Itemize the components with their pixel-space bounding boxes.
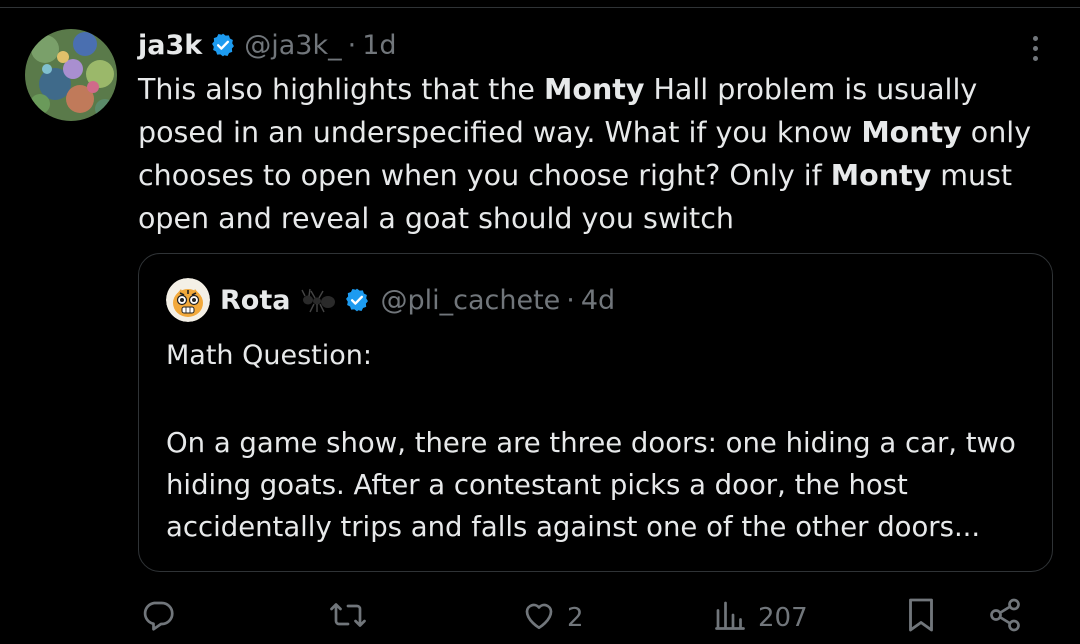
like-icon xyxy=(521,597,557,640)
quoted-author-avatar xyxy=(166,278,210,322)
highlighted-term: Monty xyxy=(544,73,645,106)
highlighted-term: Monty xyxy=(830,159,932,192)
author-handle[interactable]: @ja3k_ xyxy=(244,30,341,61)
share-icon xyxy=(986,597,1024,640)
like-button[interactable]: 2 xyxy=(521,596,584,640)
quoted-tweet-title: Math Question: xyxy=(166,340,372,371)
tweet-actions: 2 207 xyxy=(0,596,1080,640)
quoted-tweet[interactable]: Rota @pli_cachete · 4d Math Question: On… xyxy=(138,253,1053,572)
quoted-tweet-timestamp: 4d xyxy=(580,284,616,316)
quoted-author-handle: @pli_cachete xyxy=(380,284,561,316)
tweet-text: This also highlights that the Monty Hall… xyxy=(138,68,1058,240)
verified-badge-icon xyxy=(344,287,370,313)
reply-button[interactable] xyxy=(140,596,186,640)
separator-dot: · xyxy=(566,284,575,316)
repost-button[interactable] xyxy=(328,596,378,640)
share-button[interactable] xyxy=(986,596,1024,640)
views-button[interactable]: 207 xyxy=(712,596,808,640)
bookmark-icon xyxy=(905,597,937,640)
quoted-tweet-text: On a game show, there are three doors: o… xyxy=(166,427,1016,543)
top-divider xyxy=(0,7,1080,8)
verified-badge-icon xyxy=(210,32,236,58)
repost-icon xyxy=(328,597,368,640)
tweet-header: ja3k @ja3k_ · 1d xyxy=(138,26,397,64)
quoted-author-display-name: Rota xyxy=(220,284,291,316)
highlighted-term: Monty xyxy=(861,116,962,149)
author-display-name[interactable]: ja3k xyxy=(138,30,202,61)
view-count: 207 xyxy=(758,603,808,633)
tweet-text-segment: This also highlights that the xyxy=(138,73,544,106)
views-icon xyxy=(712,597,748,640)
bookmark-button[interactable] xyxy=(905,596,937,640)
reply-icon xyxy=(140,597,176,640)
author-avatar[interactable] xyxy=(25,29,117,121)
ant-emoji-icon xyxy=(300,286,338,314)
more-icon[interactable] xyxy=(1020,30,1050,66)
tweet-timestamp[interactable]: 1d xyxy=(362,30,396,61)
separator-dot: · xyxy=(347,29,357,61)
quoted-tweet-header: Rota @pli_cachete · 4d xyxy=(166,278,616,322)
like-count: 2 xyxy=(567,603,584,633)
